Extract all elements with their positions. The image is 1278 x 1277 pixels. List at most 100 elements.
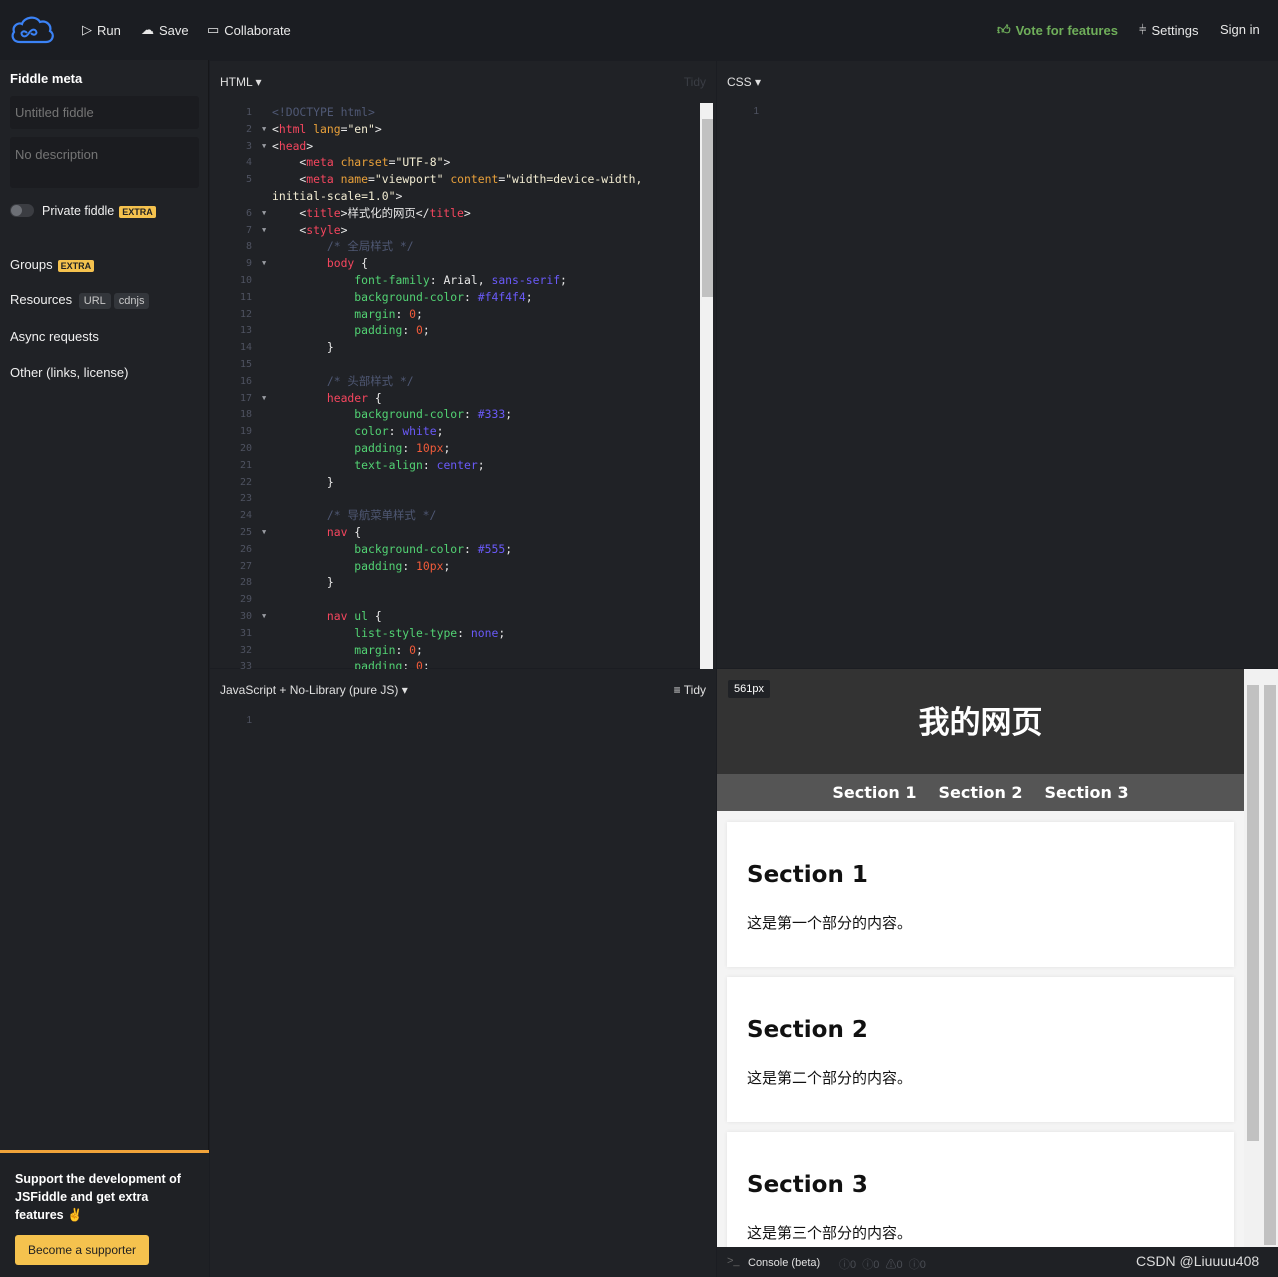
fold-arrow-icon[interactable]: ▼	[262, 390, 266, 407]
code-token: :	[422, 457, 437, 472]
code-token: list-style-type	[272, 625, 458, 640]
sidebar-item-groups[interactable]: Groups EXTRA	[10, 257, 95, 272]
section-card: Section 3 这是第三个部分的内容。	[727, 1132, 1234, 1247]
nav-link[interactable]: Section 2	[938, 783, 1022, 802]
code-token: :	[402, 441, 417, 455]
code-token: {	[347, 525, 362, 539]
url-button[interactable]: URL	[78, 293, 111, 309]
code-token: #333	[477, 407, 506, 422]
nav-link[interactable]: Section 3	[1045, 783, 1129, 802]
tidy-button[interactable]: ≡ Tidy	[674, 683, 706, 697]
scrollbar-thumb[interactable]	[1247, 685, 1259, 1141]
sign-in-link[interactable]: Sign in	[1220, 22, 1260, 37]
line-number: 2	[245, 123, 252, 135]
console-label[interactable]: Console (beta)	[748, 1257, 820, 1269]
log-icon: ⓘ	[908, 1259, 920, 1271]
code-token: ;	[505, 407, 513, 422]
fold-arrow-icon[interactable]: ▼	[262, 524, 266, 541]
code-token: :	[395, 642, 410, 657]
css-language-dropdown[interactable]: CSS ▾	[727, 75, 761, 89]
sidebar-item-other[interactable]: Other (links, license)	[10, 365, 128, 380]
code-token: >	[306, 138, 314, 153]
code-token: >	[443, 155, 451, 170]
fold-arrow-icon[interactable]: ▼	[262, 222, 266, 239]
line-number: 13	[239, 325, 252, 337]
code-token: ;	[498, 625, 506, 640]
code-token: margin	[272, 642, 396, 657]
fold-arrow-icon[interactable]: ▼	[262, 255, 266, 272]
section-title: Section 3	[747, 1172, 868, 1198]
code-token: ;	[422, 323, 430, 338]
line-number: 1	[753, 106, 759, 117]
code-token: initial-scale=1.0"	[272, 189, 396, 203]
vote-button[interactable]: 👍︎ Vote for features	[997, 22, 1118, 38]
section-text: 这是第二个部分的内容。	[747, 1069, 913, 1087]
fold-arrow-icon[interactable]: ▼	[262, 608, 266, 625]
code-text: margin: 0;	[272, 642, 423, 659]
code-token: ;	[477, 457, 485, 472]
result-scrollbar[interactable]	[1244, 669, 1261, 1247]
line-number: 31	[239, 627, 252, 639]
fold-arrow-icon[interactable]: ▼	[262, 138, 266, 155]
code-token: "width=device-width,	[505, 172, 643, 187]
code-token: 10px	[416, 441, 444, 455]
code-token: "viewport"	[374, 172, 444, 187]
code-token: padding	[272, 558, 403, 573]
line-number: 1	[246, 715, 252, 726]
cloud-upload-icon: ☁	[141, 22, 154, 37]
console-bar[interactable]: >_ Console (beta) ⓘ0 ⓘ0 ⚠0 ⓘ0 CSDN @Liuu…	[717, 1247, 1278, 1277]
html-language-dropdown[interactable]: HTML ▾	[220, 75, 262, 89]
section-card: Section 2 这是第二个部分的内容。	[727, 977, 1234, 1122]
save-button[interactable]: ☁ Save	[141, 22, 189, 38]
collaborate-button[interactable]: ▭ Collaborate	[207, 22, 291, 38]
outer-scrollbar[interactable]	[1261, 669, 1278, 1247]
become-supporter-button[interactable]: Become a supporter	[15, 1235, 149, 1265]
fiddle-name-input[interactable]	[10, 96, 199, 129]
extra-badge: EXTRA	[119, 205, 156, 218]
code-token: ;	[416, 306, 423, 321]
code-token: ;	[443, 441, 451, 455]
code-token: meta	[306, 172, 334, 187]
sidebar-item-async[interactable]: Async requests	[10, 329, 99, 344]
js-language-dropdown[interactable]: JavaScript + No-Library (pure JS) ▾	[220, 683, 408, 697]
line-number: 3	[245, 140, 252, 152]
result-panel: 我的网页 561px Section 1 Section 2 Section 3…	[717, 669, 1278, 1247]
line-number: 5	[245, 174, 252, 186]
code-token: text-align	[272, 457, 423, 472]
code-text: }	[272, 574, 334, 591]
code-token: font-family	[272, 273, 430, 287]
html-panel: HTML ▾ Tidy 1 <!DOCTYPE html> 2 ▼ <html lang…	[210, 61, 716, 673]
section-title: Section 2	[747, 1017, 868, 1043]
scrollbar-thumb[interactable]	[702, 119, 713, 297]
code-token: body	[272, 256, 355, 271]
code-text: <title>样式化的网页</title>	[272, 205, 470, 222]
line-number: 8	[245, 241, 252, 253]
code-token: #555	[477, 541, 506, 556]
section-card: Section 1 这是第一个部分的内容。	[727, 822, 1234, 967]
run-button[interactable]: ▷ Run	[82, 22, 121, 38]
code-token: header	[272, 390, 369, 405]
code-text: background-color: #f4f4f4;	[272, 289, 532, 306]
code-token: {	[368, 390, 382, 405]
settings-button[interactable]: ⫩ Settings	[1139, 22, 1198, 38]
line-number: 19	[239, 426, 252, 438]
fold-arrow-icon[interactable]: ▼	[262, 205, 266, 222]
code-token: <	[272, 121, 279, 136]
code-token: :	[402, 558, 417, 573]
scrollbar-thumb[interactable]	[1264, 685, 1276, 1245]
code-token: }	[272, 575, 334, 590]
fold-arrow-icon[interactable]: ▼	[262, 121, 266, 138]
code-text: header {	[272, 390, 382, 407]
line-number: 23	[239, 493, 252, 505]
editor-scrollbar[interactable]	[700, 103, 713, 669]
code-text: <head>	[272, 138, 313, 155]
cdnjs-button[interactable]: cdnjs	[113, 293, 150, 309]
fiddle-description-input[interactable]	[10, 137, 199, 188]
private-toggle[interactable]	[10, 204, 34, 217]
tidy-button[interactable]: Tidy	[684, 75, 706, 89]
nav-link[interactable]: Section 1	[832, 783, 916, 802]
code-text: }	[272, 474, 334, 491]
sidebar-item-resources[interactable]: Resources URL cdnjs	[10, 292, 150, 309]
jsfiddle-logo-icon[interactable]	[10, 14, 56, 46]
code-token: content	[443, 172, 499, 187]
